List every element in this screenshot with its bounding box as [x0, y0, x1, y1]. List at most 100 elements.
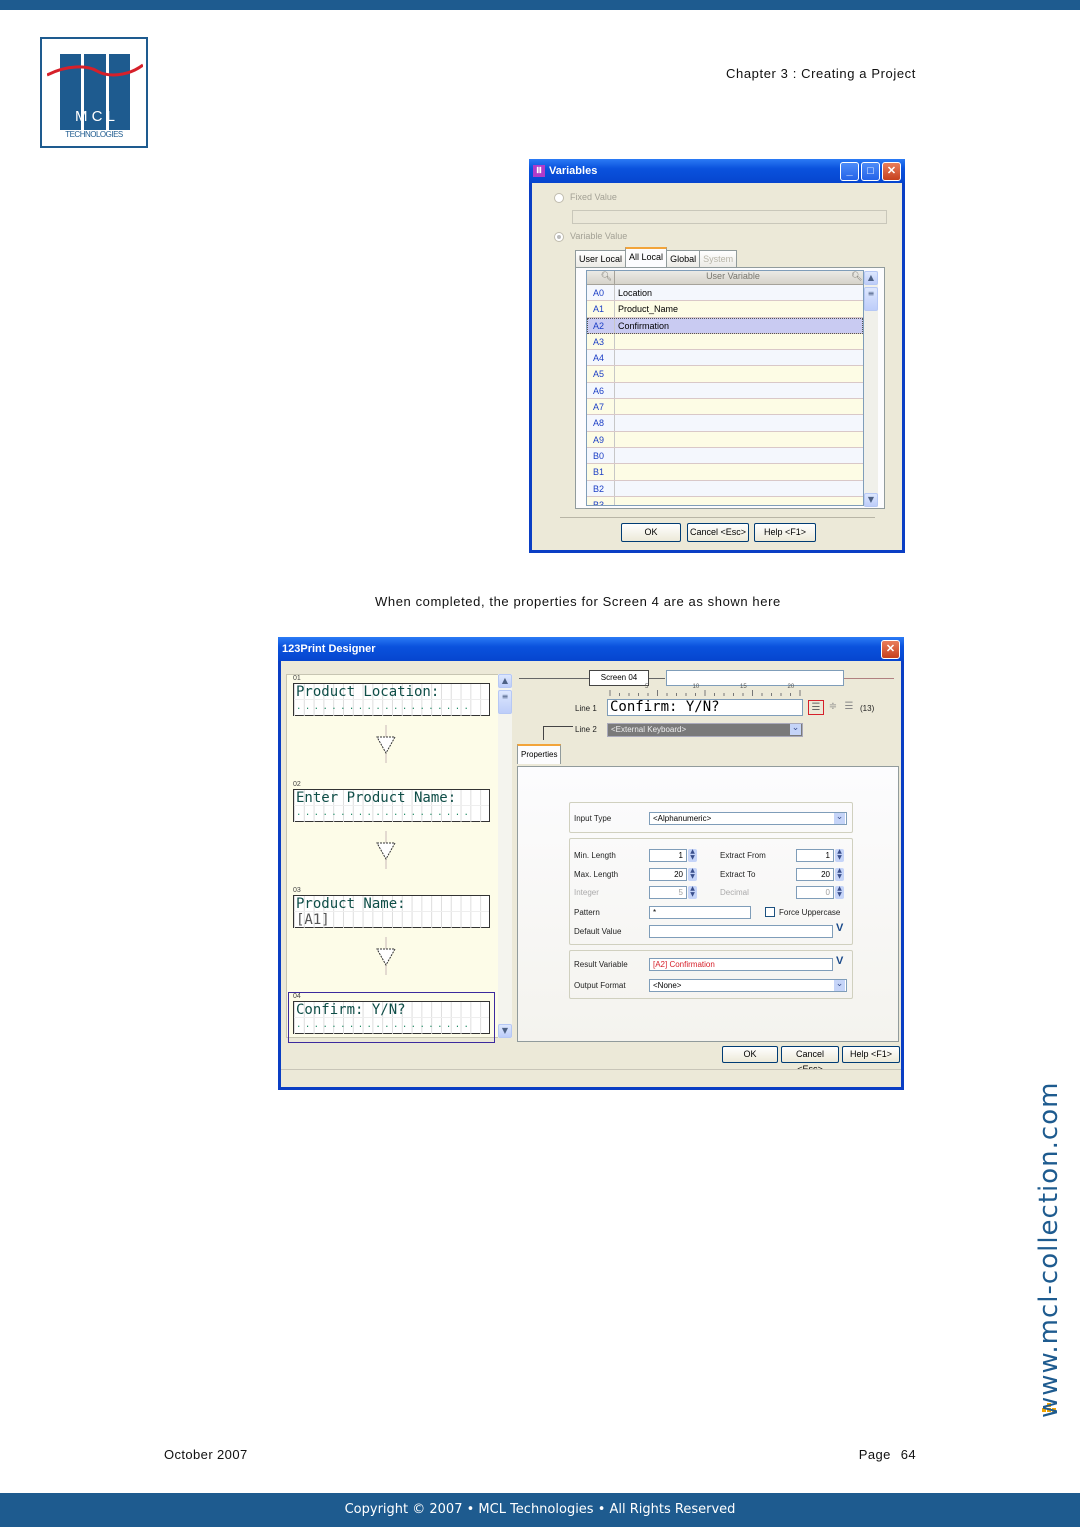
column-header-user-variable[interactable]: User Variable	[615, 271, 851, 284]
pattern-input[interactable]: *	[649, 906, 751, 919]
input-type-select[interactable]: <Alphanumeric>	[649, 812, 847, 825]
variable-picker-icon[interactable]: V	[836, 955, 843, 967]
variable-row[interactable]: A0 Location	[587, 285, 863, 302]
fixed-value-label: Fixed Value	[570, 192, 617, 202]
max-length-input[interactable]: 20	[649, 868, 687, 881]
variable-row[interactable]: B1	[587, 464, 863, 481]
integer-spinner[interactable]: ▲ ▼	[688, 886, 697, 899]
screen-lcd[interactable]: Product Name: [A1]	[293, 895, 490, 928]
variable-row[interactable]: B3	[587, 496, 863, 505]
variable-row[interactable]: B0	[587, 447, 863, 465]
extract-to-spinner[interactable]: ▲ ▼	[835, 868, 844, 881]
close-button[interactable]: ✕	[882, 161, 901, 181]
lcd-line1: Product Location:	[294, 684, 489, 700]
search-icon[interactable]: 🔍︎	[851, 271, 863, 284]
integer-input[interactable]: 5	[649, 886, 687, 899]
fixed-value-radio[interactable]	[554, 193, 564, 203]
scroll-up-button[interactable]: ▲	[498, 674, 512, 688]
connector-line	[543, 726, 573, 727]
variable-name	[615, 464, 863, 479]
align-left-icon[interactable]: ☰	[808, 700, 824, 715]
extract-from-input[interactable]: 1	[796, 849, 834, 862]
lcd-line2: ....................	[294, 700, 489, 716]
extract-to-input[interactable]: 20	[796, 868, 834, 881]
min-length-input[interactable]: 1	[649, 849, 687, 862]
variable-row[interactable]: B2	[587, 480, 863, 497]
screen-flow-panel: 01 Product Location:.................... 0…	[286, 674, 499, 1043]
grid-scrollbar[interactable]: ▲ ≡ ▼	[864, 271, 878, 507]
variable-row[interactable]: A1 Product_Name	[587, 301, 863, 318]
tab-properties[interactable]: Properties	[517, 744, 562, 764]
scroll-up-button[interactable]: ▲	[864, 271, 878, 285]
variable-row[interactable]: A2 Confirmation	[587, 317, 863, 334]
variable-row[interactable]: A8	[587, 415, 863, 432]
decimal-spinner[interactable]: ▲ ▼	[835, 886, 844, 899]
footer-date: October 2007	[164, 1447, 248, 1462]
fixed-value-input[interactable]	[572, 210, 887, 224]
screen-lcd[interactable]: Product Location:....................	[293, 683, 490, 716]
line1-label: Line 1	[575, 704, 597, 713]
align-center-icon[interactable]: ≑	[826, 700, 840, 715]
align-right-icon[interactable]: ☰	[842, 700, 856, 715]
search-icon[interactable]: 🔍︎	[587, 271, 615, 284]
tab-user-local[interactable]: User Local	[575, 250, 627, 267]
variable-id: A8	[587, 415, 615, 431]
screen-lcd[interactable]: Confirm: Y/N?....................	[293, 1001, 490, 1034]
chapter-heading: Chapter 3 : Creating a Project	[726, 66, 916, 81]
maximize-button[interactable]: □	[861, 161, 880, 181]
scroll-down-button[interactable]: ▼	[864, 493, 878, 507]
force-uppercase-checkbox[interactable]	[765, 907, 775, 917]
max-length-spinner[interactable]: ▲ ▼	[688, 868, 697, 881]
default-value-input[interactable]	[649, 925, 833, 938]
cancel-button[interactable]: Cancel <Esc>	[687, 523, 749, 542]
result-variable-input[interactable]: [A2] Confirmation	[649, 958, 833, 971]
scroll-thumb[interactable]: ≡	[864, 287, 878, 311]
flow-arrow-icon	[376, 937, 396, 975]
flow-scrollbar[interactable]: ▲ ≡ ▼	[498, 674, 512, 1038]
divider	[560, 517, 875, 518]
tab-global[interactable]: Global	[666, 250, 701, 267]
variable-id: A4	[587, 350, 615, 366]
variable-row[interactable]: A6	[587, 382, 863, 400]
variable-id: A6	[587, 382, 615, 399]
line1-input[interactable]: Confirm: Y/N?	[607, 699, 803, 716]
variable-picker-icon[interactable]: V	[836, 922, 843, 934]
extract-from-spinner[interactable]: ▲ ▼	[835, 849, 844, 862]
min-length-spinner[interactable]: ▲ ▼	[688, 849, 697, 862]
variable-row[interactable]: A9	[587, 431, 863, 448]
help-button[interactable]: Help <F1>	[754, 523, 816, 542]
variable-name	[615, 448, 863, 463]
variables-titlebar: Ⅲ Variables _ □ ✕	[529, 159, 905, 183]
ruler-label: 15	[740, 684, 747, 690]
variable-name: Location	[618, 288, 653, 298]
output-format-select[interactable]: <None>	[649, 979, 847, 992]
minimize-button[interactable]: _	[840, 161, 859, 181]
decimal-input[interactable]: 0	[796, 886, 834, 899]
lcd-line1: Confirm: Y/N?	[294, 1002, 489, 1018]
scroll-thumb[interactable]: ≡	[498, 690, 512, 714]
scroll-down-button[interactable]: ▼	[498, 1024, 512, 1038]
variable-row[interactable]: A4	[587, 350, 863, 367]
lcd-line2: [A1]	[294, 912, 489, 928]
ok-button[interactable]: OK	[621, 523, 681, 542]
tab-system[interactable]: System	[699, 250, 738, 267]
variable-id: A0	[587, 285, 615, 301]
help-button[interactable]: Help <F1>	[842, 1046, 900, 1063]
variable-row[interactable]: A5	[587, 366, 863, 383]
extract-from-label: Extract From	[720, 851, 766, 860]
close-button[interactable]: ✕	[881, 639, 900, 659]
variable-value-radio[interactable]	[554, 232, 564, 242]
cancel-button[interactable]: Cancel <Esc>	[781, 1046, 839, 1074]
ruler-ticks	[609, 690, 801, 696]
variable-row[interactable]: A7	[587, 399, 863, 416]
max-length-label: Max. Length	[574, 870, 619, 879]
tab-all-local[interactable]: All Local	[625, 247, 668, 267]
copyright-bar: Copyright © 2007 • MCL Technologies • Al…	[0, 1493, 1080, 1527]
ok-button[interactable]: OK	[722, 1046, 778, 1063]
screen-lcd[interactable]: Enter Product Name:....................	[293, 789, 490, 822]
line2-select[interactable]: <External Keyboard>	[607, 723, 803, 737]
variable-name	[615, 481, 863, 496]
integer-label: Integer	[574, 888, 599, 897]
variable-row[interactable]: A3	[587, 333, 863, 351]
output-format-label: Output Format	[574, 981, 626, 990]
